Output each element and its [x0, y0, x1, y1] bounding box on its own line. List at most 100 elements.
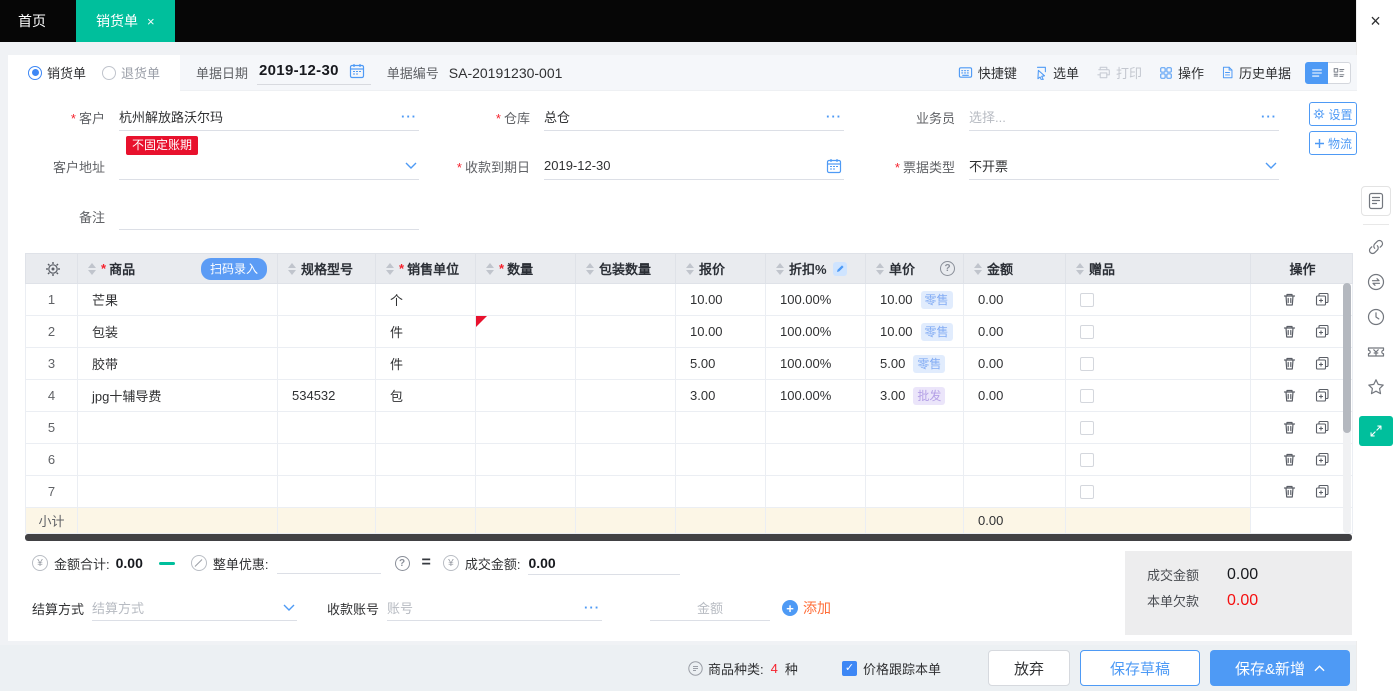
cell-amount[interactable] [964, 412, 1066, 444]
cancel-button[interactable]: 放弃 [988, 650, 1070, 686]
price-type-tag[interactable]: 批发 [913, 387, 945, 405]
sort-icon[interactable] [288, 263, 296, 275]
delete-row-icon[interactable] [1282, 388, 1297, 403]
sidebar-expand-icon[interactable] [1359, 416, 1393, 446]
sidebar-favorite-star-icon[interactable] [1366, 377, 1386, 397]
cell-spec[interactable] [278, 476, 376, 508]
sort-icon[interactable] [776, 263, 784, 275]
cell-discount[interactable]: 100.00% [766, 316, 866, 348]
doc-date-field[interactable]: 2019-12-30 [257, 60, 371, 85]
invoice-type-field[interactable]: *票据类型 不开票 [870, 152, 1279, 180]
cell-pack-qty[interactable] [576, 380, 676, 412]
cell-qty[interactable] [476, 444, 576, 476]
help-icon[interactable]: ? [940, 261, 955, 276]
radio-sales-order[interactable]: 销货单 [28, 63, 86, 82]
cell-price[interactable]: 10.00零售 [866, 316, 964, 348]
toolbar-grid-button[interactable]: 操作 [1159, 63, 1204, 82]
col-header-pack_qty[interactable]: 包装数量 [576, 254, 676, 284]
delete-row-icon[interactable] [1282, 452, 1297, 467]
col-header-unit[interactable]: *销售单位 [376, 254, 476, 284]
final-amount-input[interactable]: 0.00 [528, 551, 680, 575]
settings-button[interactable]: 设置 [1309, 102, 1357, 126]
sidebar-money-voucher-icon[interactable] [1366, 342, 1386, 362]
toolbar-keyboard-button[interactable]: 快捷键 [958, 63, 1017, 82]
vertical-scrollbar-track[interactable] [1343, 283, 1351, 533]
cell-price[interactable] [866, 444, 964, 476]
cell-spec[interactable] [278, 284, 376, 316]
gift-checkbox[interactable] [1080, 453, 1094, 467]
cell-qty[interactable] [476, 348, 576, 380]
delete-row-icon[interactable] [1282, 292, 1297, 307]
copy-row-icon[interactable] [1315, 388, 1330, 403]
toggle-detail-view[interactable] [1328, 62, 1351, 84]
cell-unit[interactable]: 个 [376, 284, 476, 316]
cell-pack-qty[interactable] [576, 316, 676, 348]
col-header-discount[interactable]: 折扣% [766, 254, 866, 284]
cell-qty[interactable] [476, 380, 576, 412]
horizontal-scrollbar[interactable] [25, 534, 1352, 541]
cell-pack-qty[interactable] [576, 348, 676, 380]
cell-quote[interactable] [676, 476, 766, 508]
cell-quote[interactable]: 3.00 [676, 380, 766, 412]
cell-amount[interactable]: 0.00 [964, 316, 1066, 348]
cell-amount[interactable] [964, 476, 1066, 508]
delete-row-icon[interactable] [1282, 324, 1297, 339]
cell-product[interactable] [78, 476, 278, 508]
cell-price[interactable] [866, 476, 964, 508]
tab-sales-order[interactable]: 销货单 × [76, 0, 175, 42]
sort-icon[interactable] [1076, 263, 1084, 275]
cell-spec[interactable] [278, 348, 376, 380]
gift-checkbox[interactable] [1080, 389, 1094, 403]
more-icon[interactable]: ··· [584, 600, 600, 615]
cell-product[interactable] [78, 444, 278, 476]
cell-pack-qty[interactable] [576, 284, 676, 316]
copy-row-icon[interactable] [1315, 484, 1330, 499]
scan-entry-badge[interactable]: 扫码录入 [201, 258, 267, 280]
settlement-method-select[interactable]: 结算方式 [92, 595, 297, 621]
gift-checkbox[interactable] [1080, 421, 1094, 435]
more-icon[interactable]: ··· [826, 109, 842, 124]
cell-spec[interactable]: 534532 [278, 380, 376, 412]
col-header-qty[interactable]: *数量 [476, 254, 576, 284]
copy-row-icon[interactable] [1315, 324, 1330, 339]
salesman-field[interactable]: 业务员 选择...··· [870, 103, 1279, 131]
toggle-list-view[interactable] [1305, 62, 1328, 84]
sidebar-note-icon[interactable] [1361, 186, 1391, 216]
copy-row-icon[interactable] [1315, 452, 1330, 467]
gift-checkbox[interactable] [1080, 325, 1094, 339]
cell-quote[interactable]: 5.00 [676, 348, 766, 380]
copy-row-icon[interactable] [1315, 420, 1330, 435]
order-discount-input[interactable] [277, 552, 381, 574]
cell-spec[interactable] [278, 412, 376, 444]
toolbar-pick-button[interactable]: 选单 [1034, 63, 1079, 82]
cell-product[interactable]: jpg十辅导费 [78, 380, 278, 412]
sort-icon[interactable] [88, 263, 96, 275]
customer-address-field[interactable]: 客户地址 [20, 152, 419, 180]
cell-unit[interactable]: 包 [376, 380, 476, 412]
sort-icon[interactable] [486, 263, 494, 275]
toolbar-historydoc-button[interactable]: 历史单据 [1221, 63, 1291, 82]
cell-spec[interactable] [278, 444, 376, 476]
sidebar-history-clock-icon[interactable] [1366, 307, 1386, 327]
due-date-field[interactable]: *收款到期日 2019-12-30 [445, 152, 844, 180]
gear-icon[interactable] [45, 261, 61, 277]
remark-field[interactable]: 备注 [20, 202, 419, 230]
help-icon[interactable]: ? [395, 556, 410, 571]
price-type-tag[interactable]: 零售 [921, 291, 953, 309]
edit-discount-icon[interactable] [833, 262, 847, 276]
chevron-down-icon[interactable] [405, 162, 417, 169]
gift-checkbox[interactable] [1080, 357, 1094, 371]
add-payment-button[interactable]: + 添加 [782, 598, 831, 618]
cell-price[interactable] [866, 412, 964, 444]
chevron-down-icon[interactable] [283, 604, 295, 611]
sort-icon[interactable] [586, 263, 594, 275]
cell-pack-qty[interactable] [576, 412, 676, 444]
price-type-tag[interactable]: 零售 [921, 323, 953, 341]
delete-row-icon[interactable] [1282, 356, 1297, 371]
cell-unit[interactable] [376, 412, 476, 444]
tab-close-icon[interactable]: × [147, 14, 155, 29]
price-type-tag[interactable]: 零售 [913, 355, 945, 373]
sort-icon[interactable] [386, 263, 394, 275]
cell-pack-qty[interactable] [576, 476, 676, 508]
calendar-icon[interactable] [349, 63, 365, 79]
